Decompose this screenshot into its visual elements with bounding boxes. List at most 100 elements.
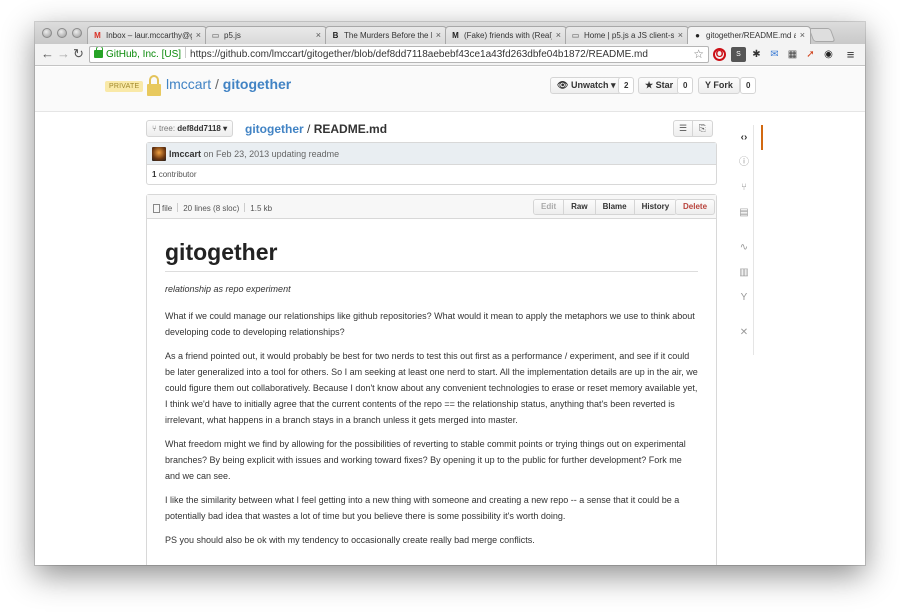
copy-icon[interactable]: ⎘	[693, 120, 713, 137]
forks-count[interactable]: 0	[740, 77, 757, 94]
list-icon[interactable]: ☰	[673, 120, 693, 137]
new-tab-button[interactable]	[808, 28, 836, 42]
close-window-button[interactable]	[42, 28, 52, 38]
code-icon[interactable]: ‹›	[734, 125, 763, 150]
eye-icon: 👁︎	[557, 80, 569, 90]
network-icon[interactable]: Y	[734, 285, 754, 310]
close-icon[interactable]: ×	[316, 30, 321, 40]
tab-gitogether[interactable]: ● gitogether/README.md at ×	[687, 26, 811, 44]
pulse-icon[interactable]: ∿	[734, 235, 754, 260]
commit-message[interactable]: on Feb 23, 2013 updating readme	[204, 149, 340, 159]
contributors-count: 1	[152, 170, 157, 179]
watchers-count[interactable]: 2	[618, 77, 635, 94]
fork-label: Fork	[713, 80, 733, 90]
tab-p5js[interactable]: ▭ p5.js ×	[205, 26, 327, 44]
menu-icon[interactable]: ≡	[843, 47, 858, 62]
branch-selector[interactable]: ⑂ tree: def8dd7118 ▾	[146, 120, 234, 137]
tab-title: (Fake) friends with (Real) b	[464, 31, 552, 40]
minimize-window-button[interactable]	[57, 28, 67, 38]
breadcrumb-repo-link[interactable]: gitogether	[245, 122, 304, 136]
checker-icon[interactable]: ▦	[785, 47, 800, 62]
settings-icon[interactable]: ✕	[734, 320, 754, 345]
close-icon[interactable]: ×	[556, 30, 561, 40]
tab-p5js-home[interactable]: ▭ Home | p5.js a JS client-si ×	[565, 26, 689, 44]
close-icon[interactable]: ×	[196, 30, 201, 40]
tab-murders[interactable]: B The Murders Before the M ×	[325, 26, 447, 44]
readme-paragraph: I like the similarity between what I fee…	[165, 495, 680, 521]
stars-count[interactable]: 0	[677, 77, 694, 94]
avatar[interactable]	[152, 147, 166, 161]
page-icon: ▭	[571, 31, 580, 40]
fork-button[interactable]: Y Fork	[698, 77, 740, 94]
mail-icon[interactable]: ✉	[767, 47, 782, 62]
file-info: file 20 lines (8 sloc) 1.5 kb	[153, 203, 272, 213]
tab-title: p5.js	[224, 31, 241, 40]
opera-icon[interactable]: O	[713, 48, 726, 61]
star-icon: ★	[645, 80, 654, 90]
site-icon: B	[332, 31, 339, 40]
star-button[interactable]: ★ Star	[638, 77, 681, 94]
repo-title-separator: /	[215, 76, 219, 92]
gmail-icon: M	[94, 31, 101, 40]
commit-author[interactable]: lmccart	[169, 149, 201, 159]
tab-title: Home | p5.js a JS client-si	[584, 31, 674, 40]
rocket-icon[interactable]: ➚	[803, 47, 818, 62]
tab-gmail[interactable]: M Inbox – laur.mccarthy@gm ×	[87, 26, 207, 44]
page-icon: ▭	[211, 31, 220, 40]
back-icon[interactable]: ←	[41, 47, 54, 61]
contributors-label: contributor	[158, 170, 197, 179]
issues-icon[interactable]: ⓘ	[734, 150, 754, 175]
commit-info: lmccart on Feb 23, 2013 updating readme	[147, 143, 716, 165]
close-icon[interactable]: ×	[436, 30, 441, 40]
tab-fake-friends[interactable]: M (Fake) friends with (Real) b ×	[445, 26, 567, 44]
wiki-icon[interactable]: ▤	[734, 200, 754, 225]
file-box: file 20 lines (8 sloc) 1.5 kb Edit Raw Bla…	[146, 194, 717, 565]
pull-requests-icon[interactable]: ⑂	[734, 175, 754, 200]
lock-icon	[94, 47, 103, 58]
readme-paragraph: PS you should also be ok with my tendenc…	[165, 535, 535, 545]
tab-strip: M Inbox – laur.mccarthy@gm × ▭ p5.js × B…	[35, 22, 865, 44]
branch-icon: ⑂	[152, 124, 157, 133]
unwatch-button[interactable]: 👁︎ Unwatch ▾	[550, 77, 623, 94]
close-icon[interactable]: ×	[800, 30, 805, 40]
history-button[interactable]: History	[634, 200, 677, 214]
delete-button[interactable]: Delete	[675, 199, 716, 215]
ev-certificate[interactable]: GitHub, Inc. [US]	[94, 47, 181, 62]
address-bar[interactable]: GitHub, Inc. [US] https://github.com/lmcc…	[89, 46, 709, 63]
sb-icon[interactable]: S	[731, 47, 746, 62]
file-icon	[153, 204, 160, 213]
repo-name-link[interactable]: gitogether	[223, 76, 291, 92]
readme-paragraph: What if we could manage our relationship…	[165, 311, 695, 337]
raw-button[interactable]: Raw	[564, 200, 596, 214]
file-actions: Edit Raw Blame History	[533, 199, 678, 215]
url-text: https://github.com/lmccart/gitogether/bl…	[190, 49, 648, 60]
tab-title: gitogether/README.md at	[706, 31, 796, 40]
tab-title: The Murders Before the M	[344, 31, 432, 40]
private-badge: PRIVATE	[105, 81, 144, 92]
eye-icon[interactable]: ◉	[821, 47, 836, 62]
blame-button[interactable]: Blame	[595, 200, 635, 214]
readme-lead: relationship as repo experiment	[165, 284, 291, 294]
edit-button[interactable]: Edit	[534, 200, 565, 214]
breadcrumb-separator: /	[307, 122, 311, 136]
file-size: 1.5 kb	[250, 204, 273, 213]
forward-icon[interactable]: →	[57, 47, 70, 61]
github-page: PRIVATE lmccart / gitogether 👁︎ Unwatch …	[35, 67, 865, 565]
repo-owner-link[interactable]: lmccart	[166, 76, 211, 92]
gear-icon[interactable]: ✱	[749, 47, 764, 62]
readme-content: gitogether relationship as repo experime…	[147, 219, 716, 548]
graphs-icon[interactable]: ▥	[734, 260, 754, 285]
ev-label: GitHub, Inc. [US]	[106, 49, 182, 60]
repo-title: lmccart / gitogether	[166, 76, 291, 92]
bookmark-star-icon[interactable]: ☆	[693, 47, 704, 62]
readme-title: gitogether	[165, 239, 698, 272]
contributors[interactable]: 1 contributor	[147, 165, 716, 179]
zoom-window-button[interactable]	[72, 28, 82, 38]
site-icon: M	[452, 31, 459, 40]
repo-header: PRIVATE lmccart / gitogether 👁︎ Unwatch …	[35, 67, 865, 112]
reload-icon[interactable]: ↻	[73, 47, 84, 61]
fork-icon: Y	[705, 80, 711, 90]
breadcrumb: gitogether / README.md	[245, 122, 387, 136]
latest-commit-box: lmccart on Feb 23, 2013 updating readme …	[146, 142, 717, 185]
close-icon[interactable]: ×	[678, 30, 683, 40]
